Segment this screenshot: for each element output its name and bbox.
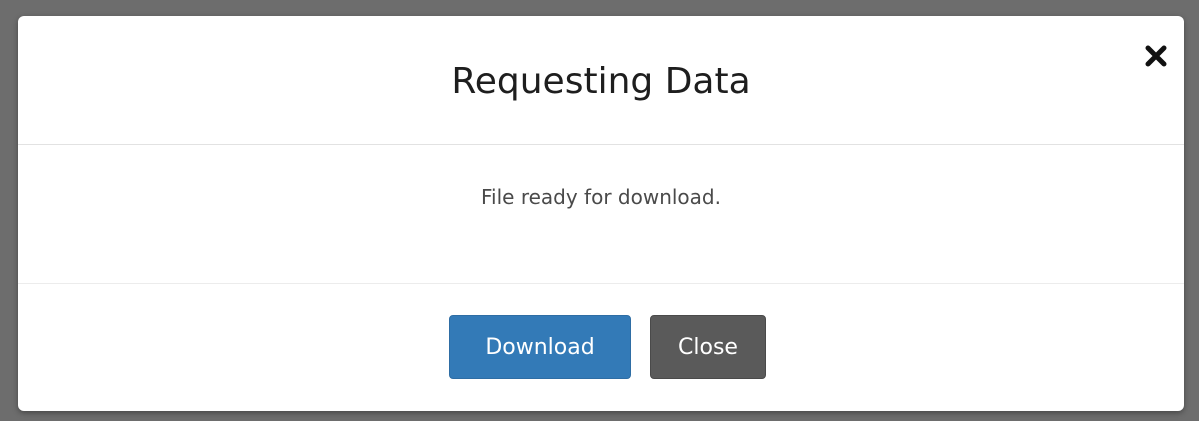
dialog-message: File ready for download. — [481, 185, 721, 209]
download-button[interactable]: Download — [449, 315, 631, 379]
close-button[interactable]: Close — [650, 315, 766, 379]
dialog-body: File ready for download. — [18, 145, 1184, 284]
close-icon[interactable] — [1142, 42, 1170, 70]
dialog-title: Requesting Data — [451, 61, 751, 102]
close-x-icon — [1145, 45, 1167, 67]
dialog-footer: Download Close — [18, 284, 1184, 411]
requesting-data-dialog: Requesting Data File ready for download.… — [18, 16, 1184, 411]
dialog-header: Requesting Data — [18, 16, 1184, 145]
